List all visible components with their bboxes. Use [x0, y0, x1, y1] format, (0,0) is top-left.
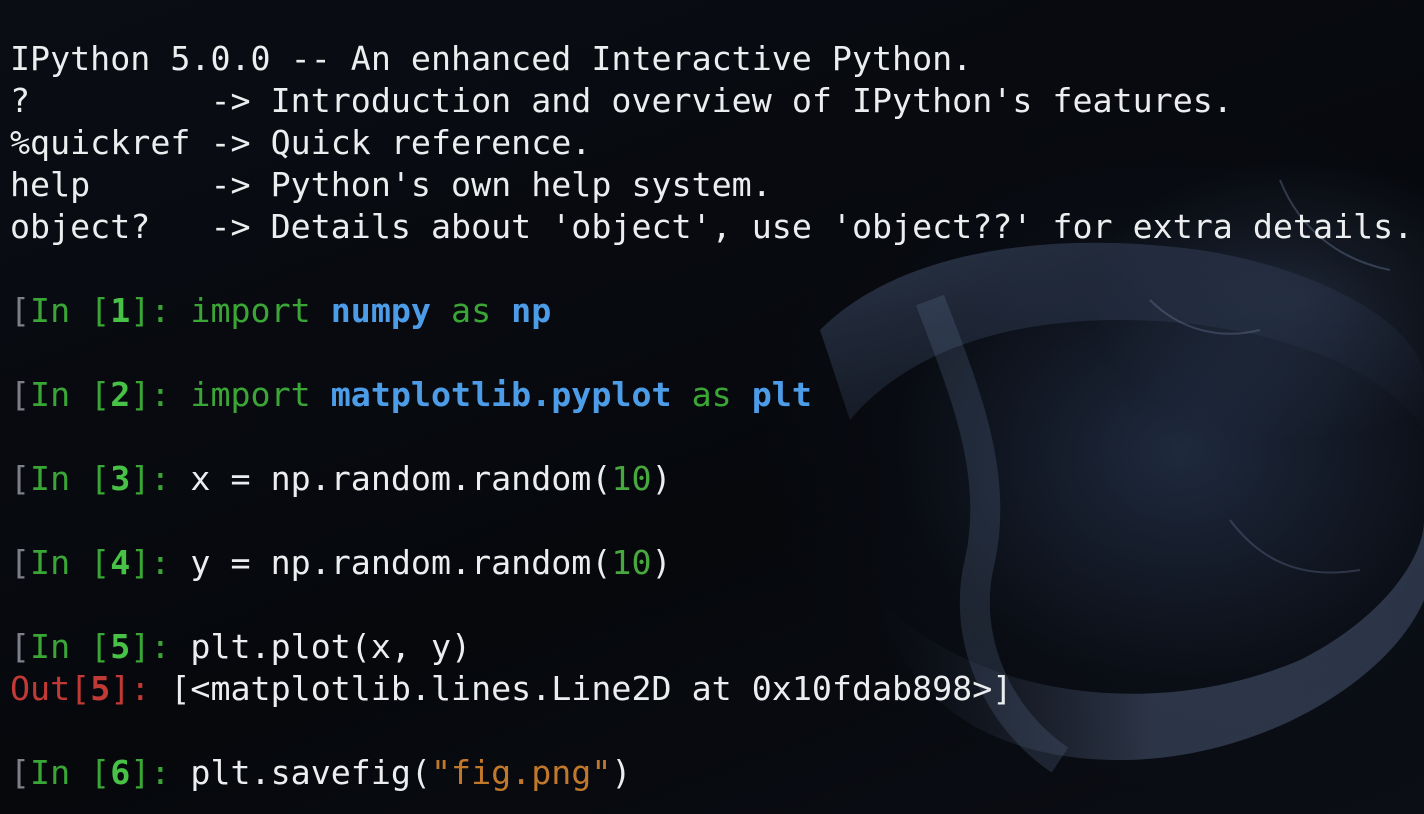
- prompt-bracket-cursor: [: [10, 375, 31, 414]
- in-prompt-label: In: [30, 291, 71, 330]
- cell-list: [In [1]: import numpy as np [In [2]: impo…: [10, 248, 1413, 794]
- code-token: import: [190, 375, 311, 414]
- banner-description: -> Introduction and overview of IPython'…: [210, 81, 1233, 120]
- input-cell[interactable]: [In [5]: plt.plot(x, y): [10, 626, 1413, 668]
- input-cell[interactable]: [In [4]: y = np.random.random(10): [10, 542, 1413, 584]
- banner-command: object?: [10, 207, 211, 246]
- prompt-bracket: ]:: [130, 291, 191, 330]
- in-prompt-number: 6: [110, 753, 131, 792]
- banner-row-help: help -> Python's own help system.: [10, 164, 1413, 206]
- banner-description: -> Quick reference.: [210, 123, 592, 162]
- prompt-bracket: [: [70, 627, 111, 666]
- prompt-bracket: ]:: [130, 375, 191, 414]
- in-prompt-label: In: [30, 459, 71, 498]
- output-text: [<matplotlib.lines.Line2D at 0x10fdab898…: [170, 669, 1013, 708]
- prompt-bracket-cursor: [: [10, 627, 31, 666]
- in-prompt-label: In: [30, 753, 71, 792]
- code-token: y = np.random.random(: [190, 543, 612, 582]
- input-cell[interactable]: [In [6]: plt.savefig("fig.png"): [10, 752, 1413, 794]
- prompt-bracket: [: [70, 291, 111, 330]
- in-prompt-label: In: [30, 375, 71, 414]
- out-prompt-label: Out: [10, 669, 71, 708]
- in-prompt-number: 3: [110, 459, 131, 498]
- code-token: ): [651, 459, 672, 498]
- in-prompt-label: In: [30, 543, 71, 582]
- banner-description: -> Python's own help system.: [210, 165, 772, 204]
- prompt-bracket-cursor: [: [10, 291, 31, 330]
- code-token: plt.plot(x, y): [190, 627, 472, 666]
- code-token: 10: [611, 543, 652, 582]
- prompt-bracket: ]:: [130, 627, 191, 666]
- out-prompt-number: 5: [90, 669, 111, 708]
- code-token: ): [651, 543, 672, 582]
- ipython-terminal[interactable]: IPython 5.0.0 -- An enhanced Interactive…: [10, 38, 1413, 794]
- in-prompt-number: 5: [110, 627, 131, 666]
- banner-title: IPython 5.0.0 -- An enhanced Interactive…: [10, 39, 973, 78]
- in-prompt-number: 1: [110, 291, 131, 330]
- code-token: as: [451, 291, 492, 330]
- banner-command: ?: [10, 81, 211, 120]
- code-token: 10: [611, 459, 652, 498]
- prompt-bracket: ]:: [110, 669, 171, 708]
- code-token: numpy: [330, 291, 431, 330]
- prompt-bracket-cursor: [: [10, 753, 31, 792]
- output-cell: Out[5]: [<matplotlib.lines.Line2D at 0x1…: [10, 668, 1413, 710]
- prompt-bracket: [: [70, 753, 111, 792]
- input-cell[interactable]: [In [2]: import matplotlib.pyplot as plt: [10, 374, 1413, 416]
- prompt-bracket: ]:: [130, 753, 191, 792]
- prompt-bracket-cursor: [: [10, 459, 31, 498]
- code-token: import: [190, 291, 311, 330]
- prompt-bracket: [: [70, 459, 111, 498]
- code-token: ): [611, 753, 632, 792]
- banner-row-object: object? -> Details about 'object', use '…: [10, 206, 1413, 248]
- input-cell[interactable]: [In [1]: import numpy as np: [10, 290, 1413, 332]
- prompt-bracket: [: [70, 543, 111, 582]
- in-prompt-number: 2: [110, 375, 131, 414]
- banner-command: %quickref: [10, 123, 211, 162]
- banner-row-quickref: %quickref -> Quick reference.: [10, 122, 1413, 164]
- code-token: x = np.random.random(: [190, 459, 612, 498]
- code-token: plt: [751, 375, 812, 414]
- code-token: "fig.png": [430, 753, 612, 792]
- in-prompt-label: In: [30, 627, 71, 666]
- code-token: matplotlib.pyplot: [330, 375, 672, 414]
- in-prompt-number: 4: [110, 543, 131, 582]
- prompt-bracket-cursor: [: [10, 543, 31, 582]
- code-token: np: [511, 291, 552, 330]
- banner-description: -> Details about 'object', use 'object??…: [210, 207, 1414, 246]
- input-cell[interactable]: [In [3]: x = np.random.random(10): [10, 458, 1413, 500]
- banner-row-help-operator: ? -> Introduction and overview of IPytho…: [10, 80, 1413, 122]
- banner-command: help: [10, 165, 211, 204]
- prompt-bracket: [: [70, 669, 91, 708]
- prompt-bracket: ]:: [130, 459, 191, 498]
- code-token: as: [691, 375, 732, 414]
- code-token: plt.savefig(: [190, 753, 431, 792]
- prompt-bracket: ]:: [130, 543, 191, 582]
- prompt-bracket: [: [70, 375, 111, 414]
